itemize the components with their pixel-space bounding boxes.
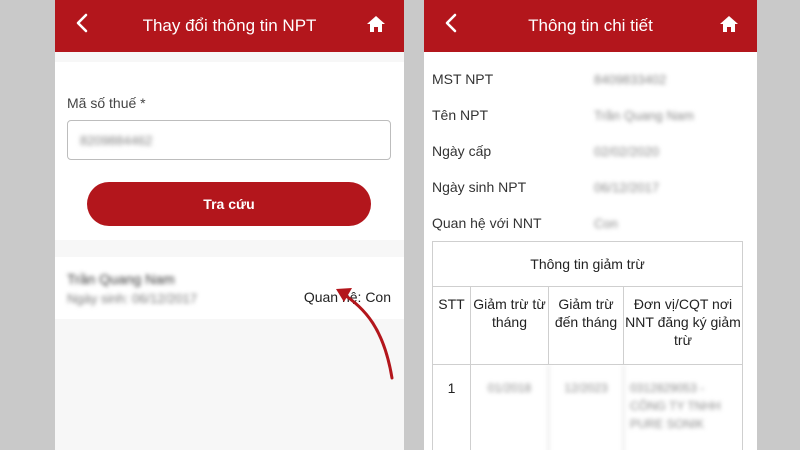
table-cell: 12/2023 bbox=[549, 365, 624, 450]
table-cell: 01/2018 bbox=[471, 365, 549, 450]
table-header-row: STT Giảm trừ từ tháng Giảm trừ đến tháng… bbox=[433, 287, 742, 365]
detail-label-relation: Quan hệ với NNT bbox=[432, 215, 542, 231]
detail-value-issue-date: 02/02/2020 bbox=[594, 144, 660, 159]
column-header: Giảm trừ đến tháng bbox=[549, 287, 624, 364]
home-icon[interactable] bbox=[717, 12, 741, 36]
detail-value-mst: 8409833402 bbox=[594, 72, 667, 87]
table-title: Thông tin giảm trừ bbox=[433, 242, 742, 287]
detail-label-mst: MST NPT bbox=[432, 71, 494, 87]
page-title: Thông tin chi tiết bbox=[528, 16, 653, 35]
chevron-left-icon bbox=[445, 13, 457, 33]
detail-value-dob: 06/12/2017 bbox=[594, 180, 660, 195]
column-header: STT bbox=[433, 287, 471, 364]
detail-value-name: Trần Quang Nam bbox=[594, 108, 694, 123]
column-header: Giảm trừ từ tháng bbox=[471, 287, 549, 364]
phone-screen-detail: Thông tin chi tiết MST NPT 8409833402 Tê… bbox=[424, 0, 757, 450]
top-bar: Thông tin chi tiết bbox=[424, 0, 757, 52]
detail-label-issue-date: Ngày cấp bbox=[432, 143, 492, 159]
back-button[interactable] bbox=[436, 8, 466, 38]
column-header: Đơn vị/CQT nơi NNT đăng ký giảm trừ bbox=[625, 296, 741, 348]
deduction-table: Thông tin giảm trừ STT Giảm trừ từ tháng… bbox=[432, 241, 743, 450]
table-row: 1 01/2018 12/2023 0312829053 - CÔNG TY T… bbox=[433, 365, 742, 450]
detail-label-dob: Ngày sinh NPT bbox=[432, 179, 527, 195]
detail-value-relation: Con bbox=[594, 216, 618, 231]
table-cell: 1 bbox=[433, 365, 471, 450]
detail-label-name: Tên NPT bbox=[432, 107, 489, 123]
table-cell: 0312829053 - CÔNG TY TNHH PURE SONIK bbox=[630, 381, 721, 431]
